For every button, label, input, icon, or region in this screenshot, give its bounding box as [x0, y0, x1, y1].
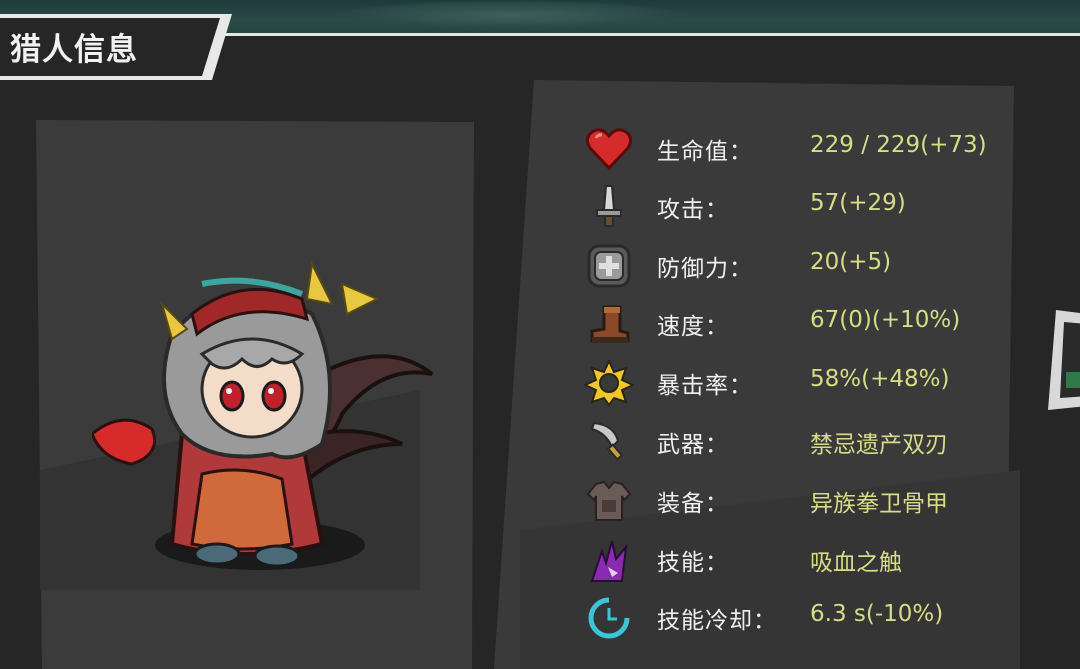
armor-icon [586, 480, 632, 521]
stat-row-skill-cooldown: 技能冷却： 6.3 s(-10%) [584, 593, 1004, 643]
panel-top-border [220, 33, 1080, 36]
stat-label-health: 生命值： [657, 139, 753, 165]
stat-label-equipment: 装备： [657, 491, 729, 517]
stat-value-defense: 20(+5) [810, 249, 892, 275]
stat-value-speed: 67(0)(+10%) [810, 307, 961, 333]
stat-label-defense: 防御力： [657, 256, 753, 282]
background-decoration [330, 0, 690, 30]
stat-value-health: 229 / 229(+73) [810, 132, 987, 158]
stat-row-health: 生命值： 229 / 229(+73) [584, 124, 1004, 174]
stat-label-critical-rate: 暴击率： [657, 373, 753, 399]
stat-value-critical-rate: 58%(+48%) [810, 366, 950, 392]
cooldown-icon [588, 597, 630, 639]
stat-label-weapon: 武器： [657, 432, 729, 458]
stat-row-attack: 攻击： 57(+29) [584, 182, 1004, 232]
boot-icon [590, 305, 630, 343]
weapon-blade-icon [590, 421, 624, 461]
side-panel-tab-icon [1066, 372, 1080, 388]
stat-value-weapon: 禁忌遗产双刃 [810, 432, 948, 458]
skill-claw-icon [590, 540, 628, 582]
stat-row-critical-rate: 暴击率： 58%(+48%) [584, 358, 1004, 408]
stat-value-skill: 吸血之触 [810, 550, 902, 576]
hunter-character-portrait [92, 260, 434, 568]
heart-icon [585, 128, 633, 171]
critical-star-icon [584, 360, 634, 406]
stat-row-equipment: 装备： 异族拳卫骨甲 [584, 476, 1004, 526]
stat-value-equipment: 异族拳卫骨甲 [810, 491, 948, 517]
stat-row-speed: 速度： 67(0)(+10%) [584, 299, 1004, 349]
stat-value-attack: 57(+29) [810, 190, 906, 216]
stat-value-skill-cooldown: 6.3 s(-10%) [810, 601, 944, 627]
stat-label-skill: 技能： [657, 550, 729, 576]
stat-row-skill: 技能： 吸血之触 [584, 535, 1004, 585]
stat-row-weapon: 武器： 禁忌遗产双刃 [584, 417, 1004, 467]
stat-label-attack: 攻击： [657, 197, 729, 223]
stat-label-skill-cooldown: 技能冷却： [657, 608, 777, 634]
page-title: 猎人信息 [10, 32, 138, 68]
hunter-info-screen: 猎人信息 生命值： 229 / 229(+73) 攻击： 57(+29) 防御力… [0, 0, 1080, 669]
sword-icon [596, 185, 622, 227]
stat-label-speed: 速度： [657, 314, 729, 340]
shield-icon [587, 244, 631, 288]
stat-row-defense: 防御力： 20(+5) [584, 241, 1004, 291]
